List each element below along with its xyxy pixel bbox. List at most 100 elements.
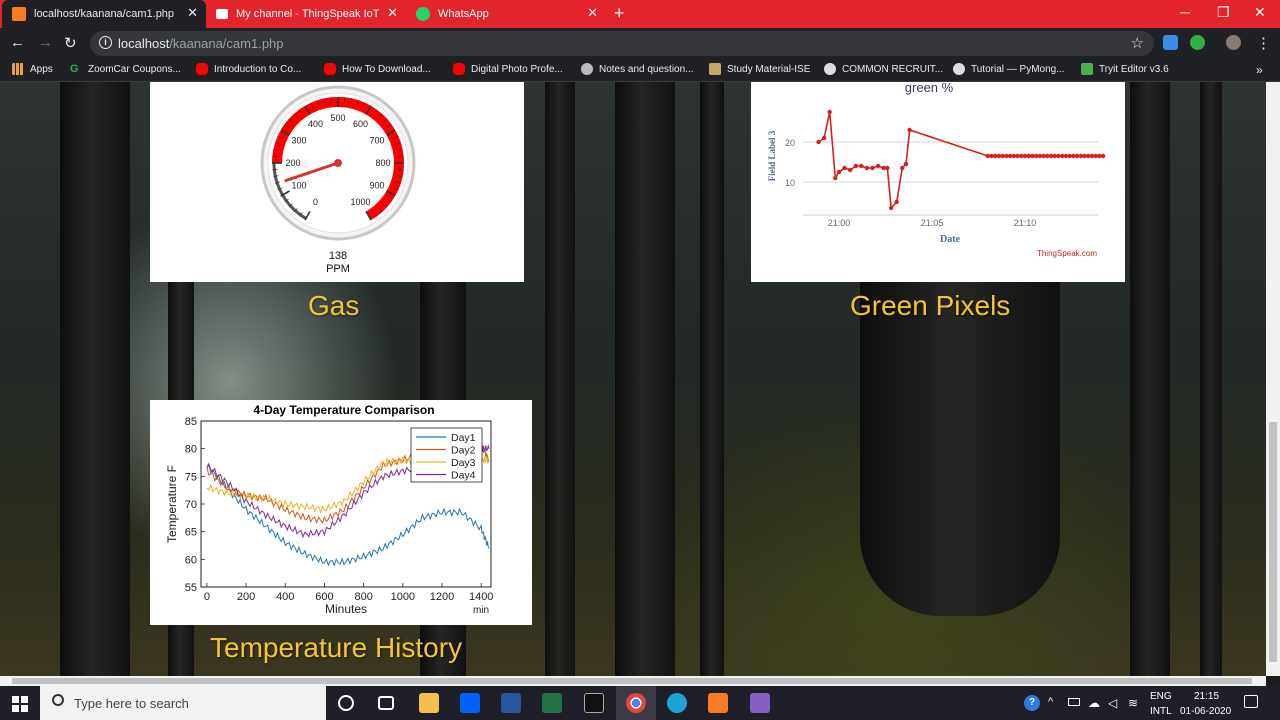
bookmark-digital-photo[interactable]: Digital Photo Profe...	[453, 63, 563, 75]
scrollbar-thumb[interactable]	[1269, 422, 1277, 662]
bookmark-apps[interactable]: Apps	[12, 63, 53, 75]
horizontal-scrollbar[interactable]	[0, 676, 1266, 686]
green-data-point[interactable]	[816, 139, 821, 145]
bookmark-star-icon[interactable]: ☆	[1131, 34, 1144, 52]
youtube-icon	[453, 63, 465, 75]
close-window-button[interactable]: ✕	[1254, 4, 1266, 21]
word-icon[interactable]	[501, 693, 521, 713]
green-chart-title: green %	[905, 82, 954, 95]
wifi-icon[interactable]: ≋	[1128, 696, 1138, 710]
legend-label-day3: Day3	[451, 457, 476, 469]
close-icon[interactable]: ✕	[587, 6, 598, 20]
bookmarks-overflow-button[interactable]: »	[1256, 63, 1263, 77]
back-button[interactable]: ←	[10, 34, 25, 51]
chevron-up-icon[interactable]: ^	[1048, 696, 1053, 708]
thingspeak-credit[interactable]: ThingSpeak.com	[1037, 249, 1097, 258]
bookmark-howto[interactable]: How To Download...	[324, 63, 431, 75]
youtube-icon	[196, 63, 208, 75]
green-data-point[interactable]	[870, 165, 875, 171]
temp-y-tick-label: 55	[185, 582, 197, 594]
green-data-point[interactable]	[821, 135, 827, 141]
taskbar-search-box[interactable]: Type here to search	[40, 686, 326, 720]
forward-button[interactable]: →	[38, 34, 53, 51]
bookmark-pymongo[interactable]: Tutorial — PyMong...	[953, 63, 1065, 75]
terminal-icon[interactable]	[584, 693, 604, 713]
bookmark-notes[interactable]: Notes and question...	[581, 63, 694, 75]
green-data-point[interactable]	[903, 161, 909, 167]
notification-icon[interactable]	[1244, 695, 1258, 708]
menu-icon[interactable]: ⋮	[1256, 34, 1271, 52]
profile-avatar[interactable]	[1226, 35, 1241, 50]
download-extension-icon[interactable]	[1163, 35, 1178, 50]
keyboard-layout-indicator[interactable]: INTL	[1150, 706, 1172, 717]
address-bar[interactable]: i localhost/kaanana/cam1.php ☆	[90, 31, 1154, 56]
green-data-point[interactable]	[859, 163, 864, 169]
url-path: /kaanana/cam1.php	[169, 36, 284, 51]
bookmark-study[interactable]: Study Material-ISE	[709, 63, 810, 75]
bookmarks-bar: Apps G ZoomCar Coupons... Introduction to…	[0, 58, 1280, 82]
reload-button[interactable]: ↻	[64, 34, 77, 52]
cortana-icon[interactable]	[338, 695, 354, 711]
bookmark-common[interactable]: COMMON RECRUIT...	[824, 63, 943, 75]
green-data-point[interactable]	[847, 167, 853, 173]
green-data-point[interactable]	[907, 127, 912, 133]
bookmark-zoomcar[interactable]: G ZoomCar Coupons...	[70, 63, 181, 75]
clock-time[interactable]: 21:15	[1194, 691, 1219, 702]
temperature-chart-card: 4-Day Temperature Comparison 0 200 400 600 8…	[150, 400, 532, 625]
close-icon[interactable]: ✕	[187, 6, 198, 20]
green-data-point[interactable]	[842, 165, 847, 171]
search-placeholder: Type here to search	[74, 696, 189, 711]
green-data-point[interactable]	[1100, 153, 1106, 159]
youtube-icon	[324, 63, 336, 75]
temp-x-tick-label: 200	[237, 591, 255, 603]
tab-thingspeak[interactable]: My channel - ThingSpeak IoT ✕	[206, 0, 406, 28]
gauge-value: 138	[329, 250, 347, 262]
minimize-button[interactable]: ─	[1180, 4, 1190, 20]
green-data-point[interactable]	[875, 163, 881, 169]
chrome-icon[interactable]	[626, 693, 646, 713]
green-data-point[interactable]	[894, 199, 899, 205]
task-view-icon[interactable]	[378, 696, 394, 710]
green-data-point[interactable]	[900, 165, 905, 171]
green-data-point[interactable]	[888, 205, 894, 211]
cloud-icon[interactable]: ☁	[1088, 696, 1100, 710]
xampp-icon[interactable]	[708, 693, 728, 713]
battery-icon[interactable]	[1068, 698, 1080, 706]
green-data-point[interactable]	[836, 169, 842, 175]
close-icon[interactable]: ✕	[387, 6, 398, 20]
bookmark-tryit[interactable]: Tryit Editor v3.6	[1081, 63, 1169, 75]
globe-icon	[953, 63, 965, 75]
bookmark-label: Tutorial — PyMong...	[971, 63, 1065, 75]
url-text[interactable]: localhost/kaanana/cam1.php	[118, 36, 284, 51]
green-data-point[interactable]	[864, 165, 870, 171]
edge-icon[interactable]	[667, 693, 687, 713]
temp-x-label: Minutes	[325, 602, 367, 616]
green-data-point[interactable]	[853, 163, 858, 169]
w3-icon	[1081, 63, 1093, 75]
volume-icon[interactable]: ◁	[1108, 696, 1117, 710]
new-tab-button[interactable]: +	[614, 4, 625, 22]
excel-icon[interactable]	[542, 693, 562, 713]
temp-y-tick-label: 80	[185, 444, 197, 456]
tab-title: WhatsApp	[438, 8, 489, 20]
maximize-button[interactable]: ❐	[1217, 4, 1230, 21]
scrollbar-thumb[interactable]	[12, 678, 1252, 684]
info-icon[interactable]: i	[99, 36, 112, 49]
green-data-point[interactable]	[833, 175, 838, 181]
file-explorer-icon[interactable]	[419, 693, 439, 713]
tab-localhost[interactable]: localhost/kaanana/cam1.php ✕	[2, 0, 206, 28]
green-data-point[interactable]	[827, 109, 832, 115]
language-indicator[interactable]: ENG	[1150, 691, 1172, 702]
vertical-scrollbar[interactable]	[1266, 82, 1280, 676]
bookmark-intro[interactable]: Introduction to Co...	[196, 63, 301, 75]
help-icon[interactable]: ?	[1024, 695, 1040, 711]
dropbox-icon[interactable]	[460, 693, 480, 713]
temp-y-tick-label: 60	[185, 554, 197, 566]
visual-studio-icon[interactable]	[750, 693, 770, 713]
tab-whatsapp[interactable]: WhatsApp ✕	[406, 0, 606, 28]
green-data-point[interactable]	[885, 165, 890, 171]
extension-icon[interactable]	[1190, 35, 1205, 50]
gauge-tick-label: 500	[330, 113, 345, 123]
clock-date[interactable]: 01-06-2020	[1180, 706, 1231, 717]
windows-start-icon[interactable]	[12, 696, 28, 712]
